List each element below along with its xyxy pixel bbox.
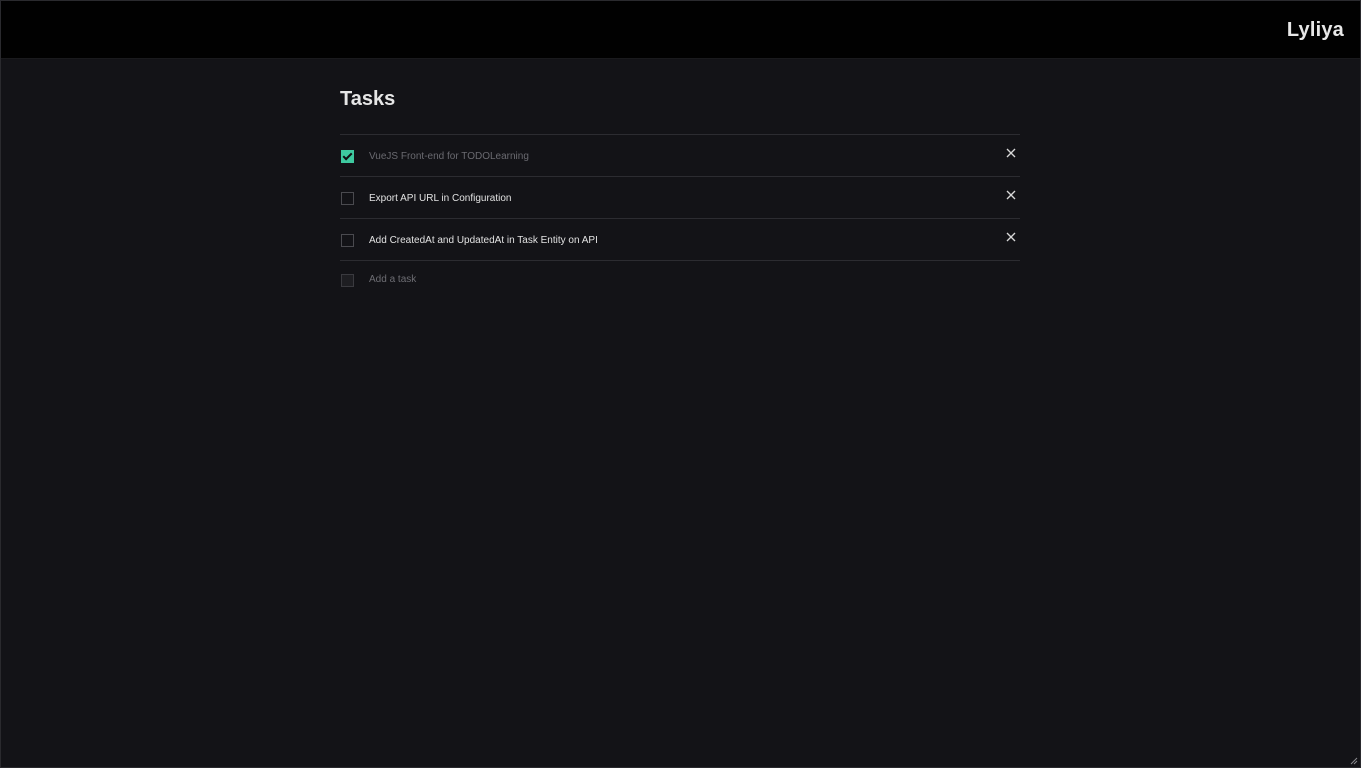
task-checkbox-checked[interactable] [341,150,354,163]
task-label[interactable]: VueJS Front-end for TODOLearning [369,151,529,162]
brand-name[interactable]: Lyliya [1287,19,1344,42]
task-checkbox[interactable] [341,234,354,247]
task-row: Export API URL in Configuration [340,177,1020,219]
add-task-row [340,261,1020,297]
close-icon [1006,232,1016,242]
add-task-input[interactable] [369,273,769,285]
delete-task-button[interactable] [1006,190,1016,200]
task-label[interactable]: Add CreatedAt and UpdatedAt in Task Enti… [369,235,598,246]
close-icon [1006,190,1016,200]
task-label[interactable]: Export API URL in Configuration [369,193,511,204]
resize-grip-icon[interactable] [1348,755,1358,765]
task-row: Add CreatedAt and UpdatedAt in Task Enti… [340,219,1020,261]
delete-task-button[interactable] [1006,148,1016,158]
task-row: VueJS Front-end for TODOLearning [340,135,1020,177]
top-bar: Lyliya [1,1,1360,59]
main-content: Tasks VueJS Front-end for TODOLearning E… [340,58,1020,297]
add-task-checkbox [341,273,354,287]
delete-task-button[interactable] [1006,232,1016,242]
page-title: Tasks [340,88,396,110]
task-checkbox[interactable] [341,192,354,205]
close-icon [1006,148,1016,158]
task-list: VueJS Front-end for TODOLearning Export … [340,134,1020,297]
app-window: Lyliya Tasks VueJS Front-end for TODOLea… [0,0,1361,768]
